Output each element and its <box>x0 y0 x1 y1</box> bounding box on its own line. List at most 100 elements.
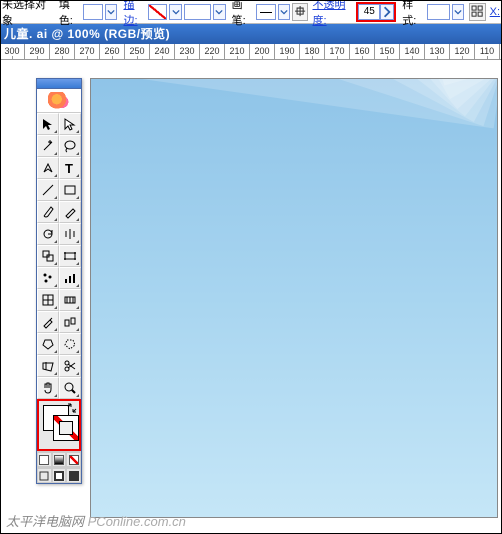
scale-tool[interactable] <box>37 245 59 267</box>
flyout-indicator-icon <box>54 196 57 199</box>
lasso-tool[interactable] <box>59 135 81 157</box>
magic-wand-tool[interactable] <box>37 135 59 157</box>
brush-preview[interactable] <box>256 4 276 20</box>
free-transform-tool[interactable] <box>59 245 81 267</box>
ruler-tick: 120 <box>450 44 475 59</box>
opacity-control-highlight: 45 <box>356 2 396 22</box>
options-bar: 未选择对象 填色: 描边: 画笔: 不透明度: 45 样式: X: <box>0 0 502 24</box>
pen-tool[interactable] <box>37 157 59 179</box>
gradient-tool[interactable] <box>59 289 81 311</box>
pencil-tool-icon <box>63 205 77 219</box>
reflect-tool[interactable] <box>59 223 81 245</box>
reflect-tool-icon <box>63 227 77 241</box>
blend-tool[interactable] <box>59 311 81 333</box>
direct-selection-tool[interactable] <box>59 113 81 135</box>
isolate-button[interactable] <box>292 3 308 21</box>
symbol-sprayer-tool[interactable] <box>37 267 59 289</box>
type-tool[interactable]: T <box>59 157 81 179</box>
flyout-indicator-icon <box>54 218 57 221</box>
opacity-label-link[interactable]: 不透明度: <box>312 0 354 28</box>
ruler-tick: 170 <box>325 44 350 59</box>
extra-link[interactable]: X: <box>490 6 500 18</box>
stroke-dropdown[interactable] <box>169 4 182 20</box>
slice-tool[interactable] <box>37 355 59 377</box>
swap-colors-icon[interactable] <box>67 403 77 413</box>
horizontal-ruler: 3002902802702602502402302202102001901801… <box>0 44 502 60</box>
lasso-tool-icon <box>63 139 77 153</box>
mesh-tool[interactable] <box>37 289 59 311</box>
flyout-indicator-icon <box>76 196 79 199</box>
flyout-indicator-icon <box>76 152 79 155</box>
stroke-weight-field[interactable] <box>184 4 211 20</box>
ruler-tick: 240 <box>150 44 175 59</box>
stroke-weight-dropdown[interactable] <box>213 4 226 20</box>
scissors-tool-icon <box>63 359 77 373</box>
zoom-tool[interactable] <box>59 377 81 399</box>
chevron-down-icon <box>454 8 462 16</box>
scissors-tool[interactable] <box>59 355 81 377</box>
line-tool[interactable] <box>37 179 59 201</box>
live-paint-tool-icon <box>41 337 55 351</box>
style-dropdown[interactable] <box>452 4 465 20</box>
screen-mode-full-menu[interactable] <box>52 468 67 483</box>
flyout-indicator-icon <box>76 328 79 331</box>
live-paint-selection-tool-icon <box>63 337 77 351</box>
blend-tool-icon <box>63 315 77 329</box>
mesh-tool-icon <box>41 293 55 307</box>
chevron-down-icon <box>172 8 180 16</box>
grid-icon <box>470 4 484 18</box>
stroke-swatch[interactable] <box>148 4 168 20</box>
ruler-tick: 250 <box>125 44 150 59</box>
fill-swatch[interactable] <box>83 4 103 20</box>
live-paint-tool[interactable] <box>37 333 59 355</box>
brush-label: 画笔: <box>232 0 254 28</box>
watermark: 太平洋电脑网 PConline.com.cn <box>6 511 186 530</box>
screen-full-icon <box>69 471 79 481</box>
live-paint-selection-tool[interactable] <box>59 333 81 355</box>
svg-text:T: T <box>65 161 73 175</box>
paintbrush-tool[interactable] <box>37 201 59 223</box>
align-button[interactable] <box>469 3 485 21</box>
pen-tool-icon <box>41 161 55 175</box>
zoom-tool-icon <box>63 381 77 395</box>
flyout-indicator-icon <box>54 306 57 309</box>
ruler-tick: 140 <box>400 44 425 59</box>
ruler-tick: 160 <box>350 44 375 59</box>
ruler-tick: 290 <box>25 44 50 59</box>
opacity-input[interactable]: 45 <box>358 4 380 20</box>
chevron-right-icon <box>381 6 393 18</box>
screen-mode-normal[interactable] <box>37 468 52 483</box>
pencil-tool[interactable] <box>59 201 81 223</box>
rotate-tool[interactable] <box>37 223 59 245</box>
fill-dropdown[interactable] <box>105 4 118 20</box>
tool-panel-logo <box>37 89 81 113</box>
graph-tool[interactable] <box>59 267 81 289</box>
chevron-down-icon <box>107 8 115 16</box>
style-preview[interactable] <box>427 4 450 20</box>
color-mode-solid[interactable] <box>37 452 52 467</box>
brush-dropdown[interactable] <box>278 4 291 20</box>
none-icon <box>69 455 79 465</box>
free-transform-tool-icon <box>63 249 77 263</box>
hand-tool[interactable] <box>37 377 59 399</box>
selection-tool[interactable] <box>37 113 59 135</box>
flyout-indicator-icon <box>76 240 79 243</box>
flyout-indicator-icon <box>76 284 79 287</box>
selection-tool-icon <box>41 117 55 131</box>
tool-panel-header[interactable] <box>37 79 81 89</box>
flyout-indicator-icon <box>54 372 57 375</box>
symbol-sprayer-tool-icon <box>41 271 55 285</box>
magic-wand-tool-icon <box>41 139 55 153</box>
opacity-arrow-button[interactable] <box>380 4 394 20</box>
screen-mode-full[interactable] <box>66 468 81 483</box>
canvas-artboard[interactable] <box>90 78 498 518</box>
color-mode-gradient[interactable] <box>52 452 67 467</box>
flyout-indicator-icon <box>76 174 79 177</box>
flyout-indicator-icon <box>54 284 57 287</box>
rectangle-tool[interactable] <box>59 179 81 201</box>
flyout-indicator-icon <box>76 372 79 375</box>
ruler-tick: 130 <box>425 44 450 59</box>
color-mode-none[interactable] <box>66 452 81 467</box>
stroke-color-box[interactable] <box>53 415 79 441</box>
eyedropper-tool[interactable] <box>37 311 59 333</box>
